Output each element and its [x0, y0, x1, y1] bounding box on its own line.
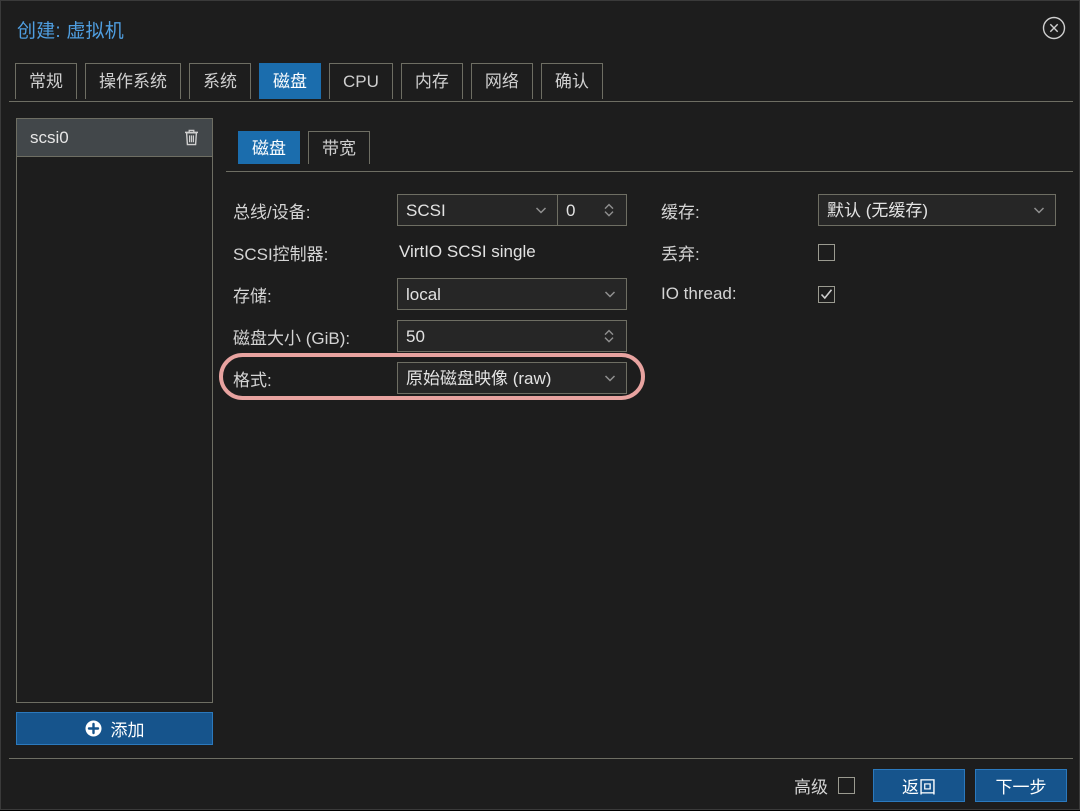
list-item[interactable]: scsi0 — [17, 119, 212, 157]
field-row-format: 格式: 原始磁盘映像 (raw) — [233, 357, 633, 399]
storage-label: 存储: — [233, 286, 272, 306]
add-disk-button[interactable]: 添加 — [16, 712, 213, 745]
field-row-scsi-controller: SCSI控制器: VirtIO SCSI single — [233, 231, 633, 273]
tab-label: 网络 — [484, 72, 519, 91]
dialog-footer: 高级 返回 下一步 — [1, 759, 1080, 811]
chevron-down-icon — [602, 370, 618, 386]
format-control: 原始磁盘映像 (raw) — [397, 362, 627, 394]
storage-select-value: local — [406, 285, 441, 303]
disk-form-left-column: 总线/设备: SCSI 0 SCSI控制器: VirtIO SCSI singl… — [233, 189, 633, 399]
field-row-io-thread: IO thread: — [661, 273, 1056, 315]
stepper-arrows-icon[interactable] — [602, 200, 618, 220]
disk-name: scsi0 — [30, 128, 69, 147]
chevron-down-icon — [533, 202, 549, 218]
disk-size-control: 50 — [397, 320, 627, 352]
tab-label: 确认 — [554, 72, 589, 91]
tab-network[interactable]: 网络 — [470, 63, 533, 99]
chevron-down-icon — [602, 286, 618, 302]
subtab-label: 磁盘 — [252, 138, 286, 158]
subtab-divider — [226, 171, 1073, 172]
advanced-label: 高级 — [794, 777, 828, 797]
dialog-titlebar: 创建: 虚拟机 — [1, 1, 1080, 53]
tab-label: 内存 — [414, 72, 449, 91]
format-select[interactable]: 原始磁盘映像 (raw) — [397, 362, 627, 394]
disk-list-panel: scsi0 — [16, 118, 213, 703]
cache-label: 缓存: — [661, 202, 700, 222]
cache-control: 默认 (无缓存) — [818, 194, 1056, 226]
device-number-value: 0 — [566, 201, 576, 219]
next-button-label: 下一步 — [995, 777, 1047, 797]
field-row-discard: 丢弃: — [661, 231, 1056, 273]
scsi-controller-value: VirtIO SCSI single — [399, 242, 536, 261]
bus-device-label: 总线/设备: — [233, 202, 311, 222]
io-thread-checkbox[interactable] — [818, 285, 835, 303]
tab-label: 磁盘 — [273, 72, 307, 91]
create-vm-dialog: 创建: 虚拟机 常规 操作系统 系统 磁盘 CPU 内存 网络 确认 scsi0 — [0, 0, 1080, 810]
tab-confirm[interactable]: 确认 — [540, 63, 603, 99]
back-button-label: 返回 — [902, 777, 936, 797]
field-row-bus-device: 总线/设备: SCSI 0 — [233, 189, 633, 231]
stepper-arrows-icon[interactable] — [602, 326, 618, 346]
tab-cpu[interactable]: CPU — [329, 63, 393, 99]
tab-os[interactable]: 操作系统 — [85, 63, 181, 99]
next-button[interactable]: 下一步 — [975, 768, 1067, 802]
bus-device-controls: SCSI 0 — [397, 194, 627, 226]
dialog-title: 创建: 虚拟机 — [17, 21, 124, 42]
chevron-down-icon — [1031, 202, 1047, 218]
tab-label: CPU — [343, 72, 379, 91]
format-label: 格式: — [233, 370, 272, 390]
field-row-disk-size: 磁盘大小 (GiB): 50 — [233, 315, 633, 357]
tab-label: 系统 — [203, 72, 237, 91]
trash-icon[interactable] — [181, 128, 201, 148]
subtab-disk[interactable]: 磁盘 — [238, 131, 300, 164]
disk-form-right-column: 缓存: 默认 (无缓存) 丢弃: IO thread: — [661, 189, 1056, 315]
tabbar-divider — [9, 101, 1073, 102]
advanced-checkbox[interactable] — [838, 776, 855, 794]
field-row-storage: 存储: local — [233, 273, 633, 315]
subtab-label: 带宽 — [322, 138, 356, 158]
storage-select[interactable]: local — [397, 278, 627, 310]
format-select-value: 原始磁盘映像 (raw) — [406, 369, 552, 387]
close-icon[interactable] — [1039, 13, 1069, 43]
tab-disks[interactable]: 磁盘 — [259, 63, 321, 99]
back-button[interactable]: 返回 — [873, 768, 965, 802]
tab-label: 常规 — [29, 72, 63, 91]
plus-circle-icon — [85, 720, 102, 737]
io-thread-label: IO thread: — [661, 284, 737, 303]
disk-size-input[interactable]: 50 — [397, 320, 627, 352]
discard-label: 丢弃: — [661, 244, 700, 264]
tab-label: 操作系统 — [99, 72, 167, 91]
disk-subtab-bar: 磁盘 带宽 — [238, 131, 370, 164]
disk-size-label: 磁盘大小 (GiB): — [233, 328, 351, 348]
cache-select[interactable]: 默认 (无缓存) — [818, 194, 1056, 226]
main-tab-bar: 常规 操作系统 系统 磁盘 CPU 内存 网络 确认 — [15, 63, 603, 99]
disk-size-value: 50 — [406, 327, 425, 345]
field-row-cache: 缓存: 默认 (无缓存) — [661, 189, 1056, 231]
bus-select-value: SCSI — [406, 201, 446, 219]
subtab-bandwidth[interactable]: 带宽 — [308, 131, 370, 164]
bus-select[interactable]: SCSI — [397, 194, 557, 226]
tab-memory[interactable]: 内存 — [400, 63, 463, 99]
scsi-controller-label: SCSI控制器: — [233, 244, 329, 264]
add-button-label: 添加 — [110, 721, 145, 740]
tab-general[interactable]: 常规 — [15, 63, 77, 99]
device-number-stepper[interactable]: 0 — [557, 194, 627, 226]
tab-system[interactable]: 系统 — [189, 63, 251, 99]
cache-select-value: 默认 (无缓存) — [827, 201, 929, 219]
storage-control: local — [397, 278, 627, 310]
discard-checkbox[interactable] — [818, 243, 835, 261]
